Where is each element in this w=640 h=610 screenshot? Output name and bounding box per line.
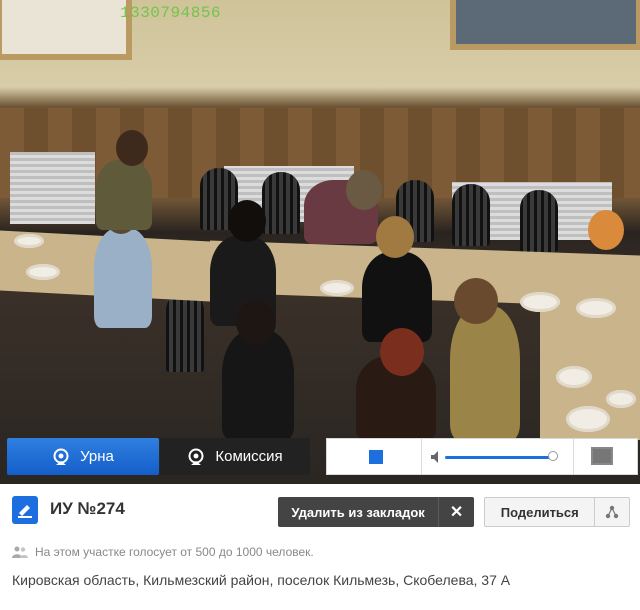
wall-picture-right: [450, 0, 640, 50]
wall-picture-left: [0, 0, 132, 60]
webcam-icon: [188, 448, 204, 465]
player-controls: [326, 438, 638, 475]
plate: [26, 264, 60, 280]
urn-camera-label: Урна: [80, 448, 114, 465]
ballot-logo-icon: [12, 496, 38, 524]
plate: [520, 292, 560, 312]
person-head: [454, 278, 498, 324]
person-head: [380, 328, 424, 376]
person-head: [346, 170, 382, 210]
share-label: Поделиться: [500, 504, 579, 520]
share-button[interactable]: Поделиться: [484, 497, 630, 527]
person-head: [116, 130, 148, 166]
person: [222, 330, 294, 440]
voters-count: На этом участке голосует от 500 до 1000 …: [12, 545, 314, 559]
volume-slider[interactable]: [445, 456, 553, 459]
close-icon[interactable]: ✕: [438, 497, 474, 527]
radiator: [10, 152, 95, 224]
commission-camera-label: Комиссия: [215, 448, 283, 465]
fullscreen-icon[interactable]: [591, 447, 613, 465]
flower-vase: [588, 210, 624, 250]
commission-camera-button[interactable]: Комиссия: [160, 438, 310, 475]
plate: [320, 280, 354, 296]
urn-camera-button[interactable]: Урна: [7, 438, 159, 475]
volume-slider-handle[interactable]: [548, 451, 558, 461]
plate: [606, 390, 636, 408]
stop-icon[interactable]: [369, 450, 383, 464]
person: [450, 306, 520, 440]
divider: [421, 439, 422, 474]
plate: [556, 366, 592, 388]
person-head: [376, 216, 414, 258]
share-icon[interactable]: [594, 498, 629, 526]
volume-icon[interactable]: [431, 451, 441, 463]
voters-text: На этом участке голосует от 500 до 1000 …: [35, 545, 314, 559]
plate: [566, 406, 610, 432]
video-feed[interactable]: 1330794856: [0, 0, 640, 484]
person: [94, 228, 152, 328]
divider: [573, 439, 574, 474]
chair: [520, 190, 558, 252]
person-head: [228, 200, 266, 242]
remove-bookmark-label: Удалить из закладок: [291, 504, 425, 520]
person-head: [236, 300, 276, 344]
station-title: ИУ №274: [50, 499, 125, 518]
plate: [14, 234, 44, 248]
people-icon: [12, 546, 28, 558]
station-address: Кировская область, Кильмезский район, по…: [12, 572, 511, 588]
plate: [576, 298, 616, 318]
chair: [262, 172, 300, 234]
remove-bookmark-button[interactable]: Удалить из закладок ✕: [278, 497, 474, 527]
chair: [452, 184, 490, 246]
chair: [166, 292, 204, 372]
camera-stream-id: 1330794856: [120, 4, 222, 22]
person: [96, 160, 152, 230]
webcam-icon: [53, 448, 69, 465]
